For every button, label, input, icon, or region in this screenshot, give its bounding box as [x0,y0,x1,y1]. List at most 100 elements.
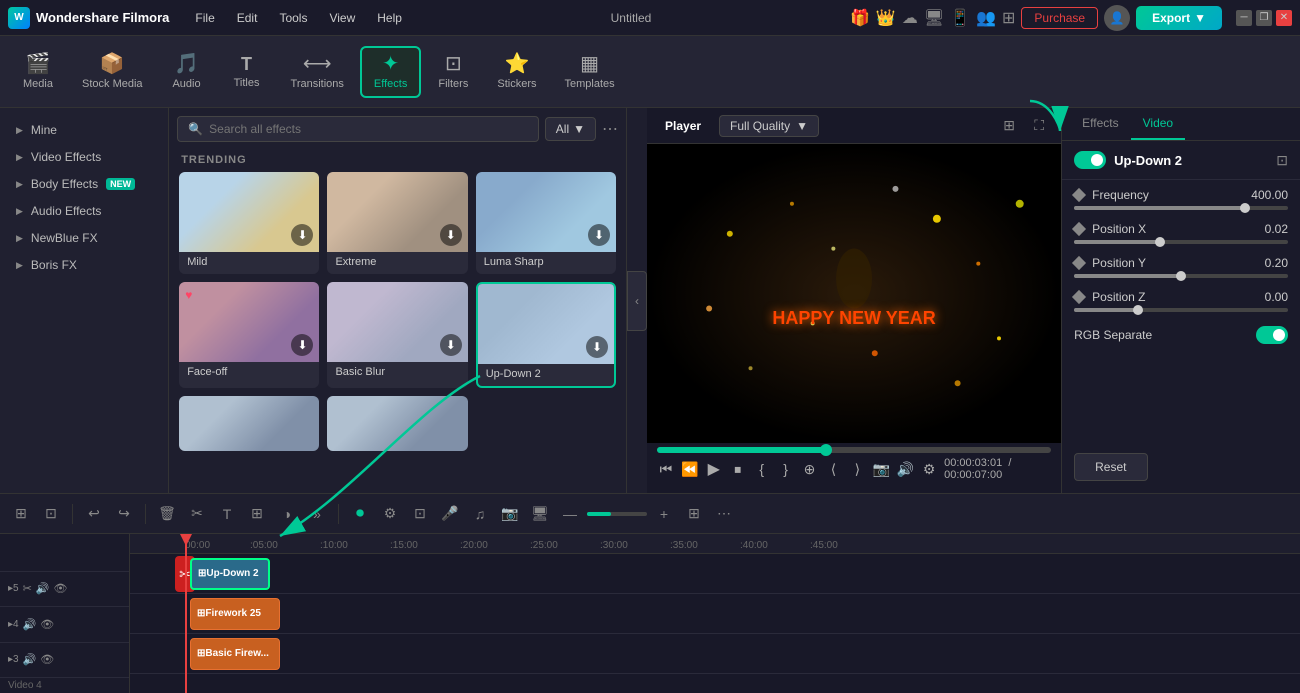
quality-dropdown[interactable]: Full Quality ▼ [719,115,819,137]
nav-audio-effects[interactable]: ▶ Audio Effects [4,198,164,224]
position-x-thumb[interactable] [1155,237,1165,247]
tl-record-icon[interactable]: ⏺ [347,501,373,527]
clip-basic-firework[interactable]: ⊞ Basic Firew... [190,638,280,670]
toolbar-media[interactable]: 🎬 Media [10,48,66,96]
toolbar-stickers[interactable]: ⭐ Stickers [485,48,548,96]
minimize-button[interactable]: ─ [1236,10,1252,26]
effect-card-extreme[interactable]: ⬇ Extreme [327,172,467,274]
toolbar-audio[interactable]: 🎵 Audio [159,48,215,96]
track5-eye-icon[interactable]: 👁 [54,582,68,595]
prev-mark-icon[interactable]: ⟨ [824,458,842,480]
track5-audio-icon[interactable]: 🔊 [36,582,50,595]
effect-card-updown2[interactable]: ⬇ Up-Down 2 [476,282,616,388]
fullscreen-icon[interactable]: ⛶ [1027,114,1051,138]
tab-video[interactable]: Video [1131,108,1185,140]
playhead[interactable] [185,534,187,693]
tl-settings2-icon[interactable]: ⚙ [377,501,403,527]
position-z-thumb[interactable] [1133,305,1143,315]
stop-icon[interactable]: ⏹ [729,458,747,480]
nav-newblue-fx[interactable]: ▶ NewBlue FX [4,225,164,251]
reset-button[interactable]: Reset [1074,453,1147,481]
rgb-toggle[interactable] [1256,326,1288,344]
tl-mic-icon[interactable]: 🎤 [437,501,463,527]
next-mark-icon[interactable]: ⟩ [848,458,866,480]
nav-boris-fx[interactable]: ▶ Boris FX [4,252,164,278]
position-y-keyframe-icon[interactable] [1072,256,1086,270]
position-y-slider[interactable] [1074,274,1288,278]
clip-updown2[interactable]: ⊞ Up-Down 2 [190,558,270,590]
search-box[interactable]: 🔍 [177,116,539,142]
tl-mask-icon[interactable]: ⊡ [407,501,433,527]
menu-help[interactable]: Help [367,7,412,29]
frequency-thumb[interactable] [1240,203,1250,213]
maximize-button[interactable]: ❐ [1256,10,1272,26]
mark-out-icon[interactable]: } [777,458,795,480]
volume-icon[interactable]: 🔊 [896,458,914,480]
purchase-button[interactable]: Purchase [1021,7,1098,29]
tl-ripple-icon[interactable]: ⊡ [38,501,64,527]
mark-in-icon[interactable]: { [753,458,771,480]
player-tab[interactable]: Player [657,115,709,137]
effect-card-partial2[interactable] [327,396,467,451]
add-mark-icon[interactable]: ⊕ [801,458,819,480]
nav-mine[interactable]: ▶ Mine [4,117,164,143]
effect-toggle[interactable] [1074,151,1106,169]
position-x-keyframe-icon[interactable] [1072,222,1086,236]
effect-copy-icon[interactable]: ⊡ [1276,152,1288,169]
toolbar-filters[interactable]: ⊡ Filters [425,48,481,96]
position-z-slider[interactable] [1074,308,1288,312]
collapse-button[interactable]: ‹ [627,271,647,331]
effect-card-mild[interactable]: ⬇ Mild [179,172,319,274]
tl-crop-icon[interactable]: ⊞ [244,501,270,527]
effect-card-luma-sharp[interactable]: ⬇ Luma Sharp [476,172,616,274]
filter-dropdown[interactable]: All ▼ [545,117,596,141]
snapshot-icon[interactable]: 📷 [872,458,890,480]
track5-cut-icon[interactable]: ✂ [23,582,32,595]
nav-body-effects[interactable]: ▶ Body Effects NEW [4,171,164,197]
tl-more-icon[interactable]: » [304,501,330,527]
grid-view-icon[interactable]: ⊞ [997,114,1021,138]
menu-edit[interactable]: Edit [227,7,268,29]
close-button[interactable]: ✕ [1276,10,1292,26]
tab-effects[interactable]: Effects [1070,108,1130,140]
frequency-slider[interactable] [1074,206,1288,210]
progress-thumb[interactable] [820,444,832,456]
tl-redo-icon[interactable]: ↪ [111,501,137,527]
settings-icon[interactable]: ⚙ [920,458,938,480]
clip-firework25[interactable]: ⊞ Firework 25 [190,598,280,630]
play-icon[interactable]: ▶ [705,458,723,480]
progress-bar[interactable] [657,447,1051,453]
position-x-slider[interactable] [1074,240,1288,244]
toolbar-stock-media[interactable]: 📦 Stock Media [70,48,155,96]
tl-undo-icon[interactable]: ↩ [81,501,107,527]
tl-cut-icon[interactable]: ✂ [184,501,210,527]
toolbar-titles[interactable]: T Titles [219,49,275,95]
track4-eye-icon[interactable]: 👁 [40,618,54,631]
tl-color-icon[interactable]: ◑ [274,501,300,527]
more-options-icon[interactable]: ⋯ [602,119,618,139]
menu-view[interactable]: View [319,7,365,29]
effect-card-basic-blur[interactable]: ⬇ Basic Blur [327,282,467,388]
skip-back-icon[interactable]: ⏮ [657,458,675,480]
effect-card-faceoff[interactable]: ♥ ⬇ Face-off [179,282,319,388]
position-y-thumb[interactable] [1176,271,1186,281]
tl-layout-icon[interactable]: ⊞ [681,501,707,527]
tl-minus-icon[interactable]: — [557,501,583,527]
tl-camera-icon[interactable]: 📷 [497,501,523,527]
tl-plus-icon[interactable]: + [651,501,677,527]
nav-video-effects[interactable]: ▶ Video Effects [4,144,164,170]
toolbar-transitions[interactable]: ⟷ Transitions [279,48,356,96]
tl-text-icon[interactable]: T [214,501,240,527]
tl-audio-icon[interactable]: ♫ [467,501,493,527]
toolbar-effects[interactable]: ✦ Effects [360,46,421,98]
frame-back-icon[interactable]: ⏪ [681,458,699,480]
frequency-keyframe-icon[interactable] [1072,188,1086,202]
track3-eye-icon[interactable]: 👁 [40,653,54,666]
tl-delete-icon[interactable]: 🗑 [154,501,180,527]
search-input[interactable] [209,122,528,136]
position-z-keyframe-icon[interactable] [1072,290,1086,304]
effect-card-partial1[interactable] [179,396,319,451]
export-button[interactable]: Export ▼ [1136,6,1222,30]
tl-more2-icon[interactable]: ⋯ [711,501,737,527]
tl-screen-icon[interactable]: 🖥 [527,501,553,527]
